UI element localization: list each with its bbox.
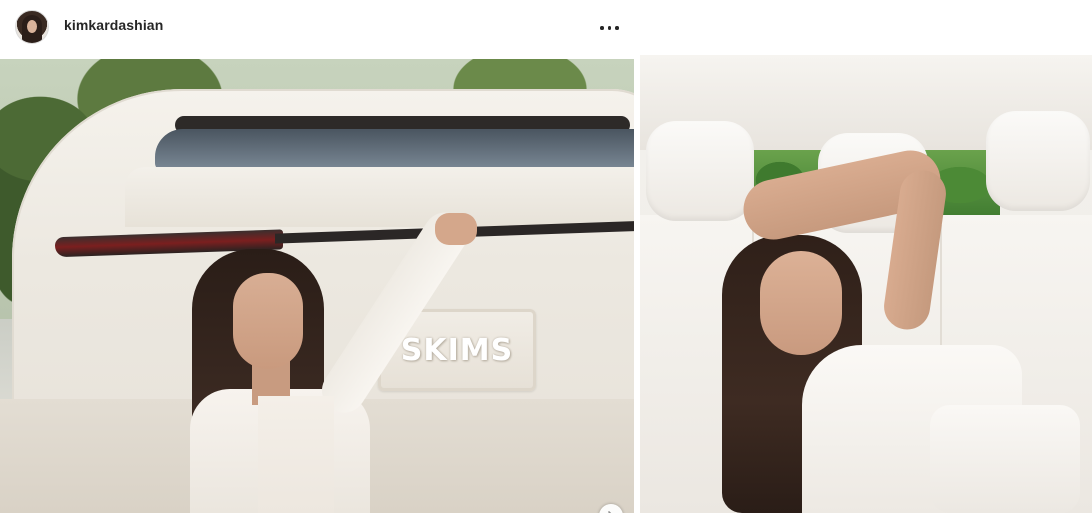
post-image-secondary[interactable] [640,55,1092,513]
avatar-face [27,20,37,33]
username-link[interactable]: kimkardashian [64,17,163,33]
censor-patch [258,396,334,513]
fur-pillow [930,405,1080,513]
car-rear-window [155,129,634,171]
person-face [760,251,842,355]
instagram-post: kimkardashian SKIMS [0,0,1092,513]
post-header: kimkardashian [0,0,634,56]
person-face [233,273,303,369]
more-horizontal-icon-dot [607,26,611,30]
avatar[interactable] [15,10,49,44]
more-options-button[interactable] [598,16,622,38]
post-image-carousel[interactable]: SKIMS [0,59,634,513]
person-hand [435,213,477,245]
more-horizontal-icon-dot [615,26,619,30]
more-horizontal-icon [600,26,604,30]
